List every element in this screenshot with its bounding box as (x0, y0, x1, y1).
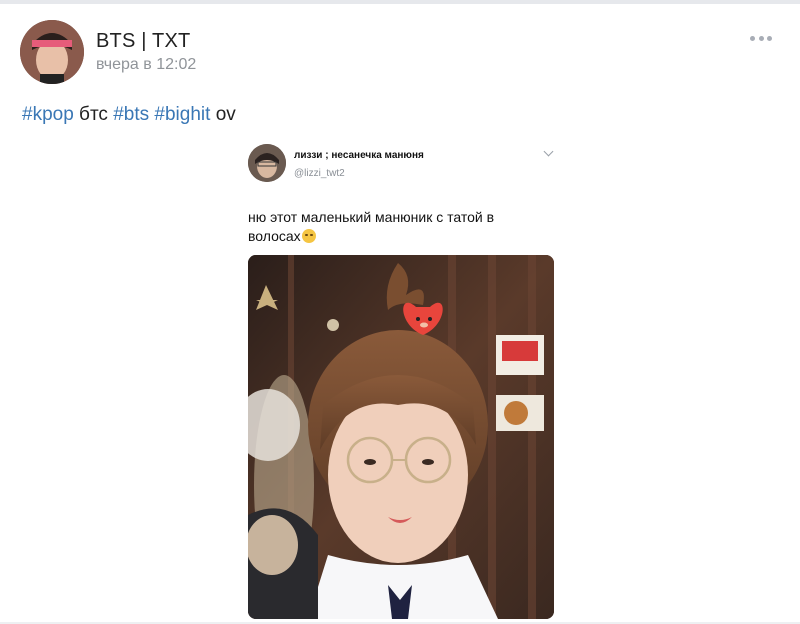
hashtag-kpop[interactable]: #kpop (22, 104, 74, 125)
tweet-author-name: лиззи ; несанечка манюня (294, 150, 424, 161)
relieved-face-emoji-icon (301, 229, 316, 243)
community-avatar[interactable] (20, 20, 84, 84)
post-text-fragment: ov (210, 104, 236, 125)
wall-post: BTS | TXT вчера в 12:02 #kpop бтс #bts #… (0, 4, 800, 624)
tweet-photo (248, 255, 554, 619)
more-dots-icon[interactable] (750, 34, 772, 42)
post-time[interactable]: вчера в 12:02 (96, 56, 196, 74)
community-name[interactable]: BTS | TXT (96, 30, 190, 53)
tweet-text: ню этот маленький манюник с татой в воло… (248, 208, 548, 246)
tweet-screenshot-image[interactable]: лиззи ; несанечка манюня @lizzi_twt2 ню … (240, 138, 562, 622)
tweet-author-handle: @lizzi_twt2 (294, 168, 345, 179)
chevron-down-icon (543, 146, 554, 157)
hashtag-bts[interactable]: #bts (113, 104, 149, 125)
tweet-avatar (248, 144, 286, 182)
post-text-fragment: бтс (73, 104, 114, 125)
hashtag-bighit[interactable]: #bighit (154, 104, 210, 125)
post-text: #kpop бтс #bts #bighit ov (22, 104, 236, 126)
tweet-text-content: ню этот маленький манюник с татой в воло… (248, 209, 495, 244)
